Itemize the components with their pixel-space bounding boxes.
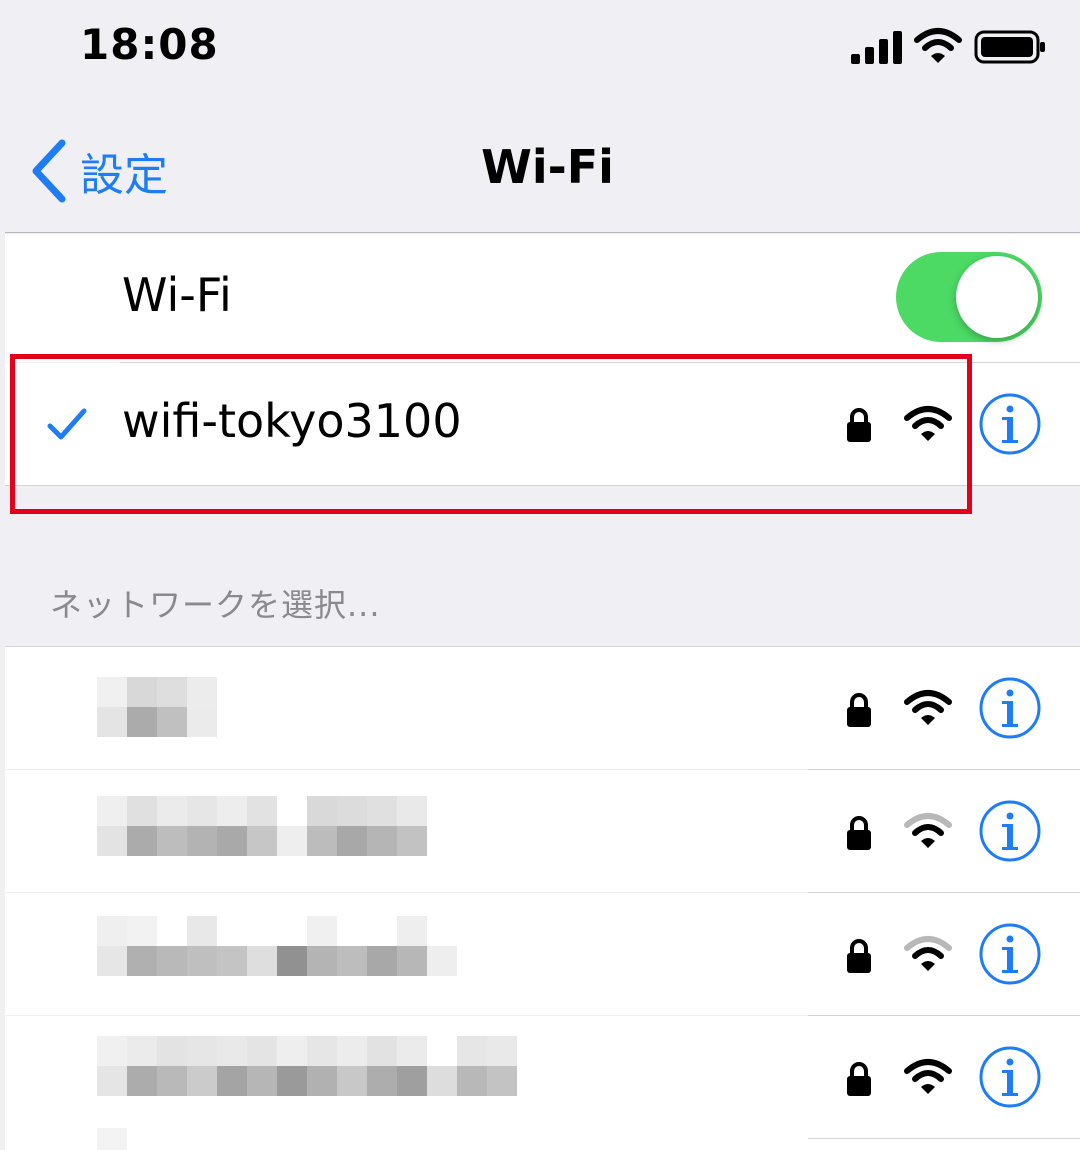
wifi-signal-icon: [904, 936, 952, 971]
lock-icon: [847, 816, 871, 850]
wifi-toggle-label: Wi-Fi: [122, 268, 232, 322]
wifi-switch[interactable]: [896, 252, 1042, 342]
highlight-annotation-box: [10, 354, 972, 514]
info-icon[interactable]: [978, 1045, 1042, 1109]
info-icon[interactable]: [978, 922, 1042, 986]
nav-divider: [5, 232, 1080, 233]
lock-icon: [847, 693, 871, 727]
cellular-signal-icon: [851, 31, 902, 64]
row-divider: [808, 1138, 1080, 1139]
lock-icon: [847, 1062, 871, 1096]
section-header: ネットワークを選択...: [50, 586, 381, 624]
battery-icon: [974, 30, 1045, 64]
wifi-signal-icon: [904, 813, 952, 848]
switch-knob: [956, 256, 1038, 338]
info-icon[interactable]: [978, 676, 1042, 740]
wifi-signal-icon: [904, 1059, 952, 1094]
wifi-signal-icon: [914, 28, 962, 63]
info-icon[interactable]: [978, 392, 1042, 456]
lock-icon: [847, 939, 871, 973]
wifi-signal-icon: [904, 690, 952, 725]
status-time: 18:08: [80, 20, 219, 69]
page-title: Wi-Fi: [481, 140, 614, 194]
info-icon[interactable]: [978, 799, 1042, 863]
